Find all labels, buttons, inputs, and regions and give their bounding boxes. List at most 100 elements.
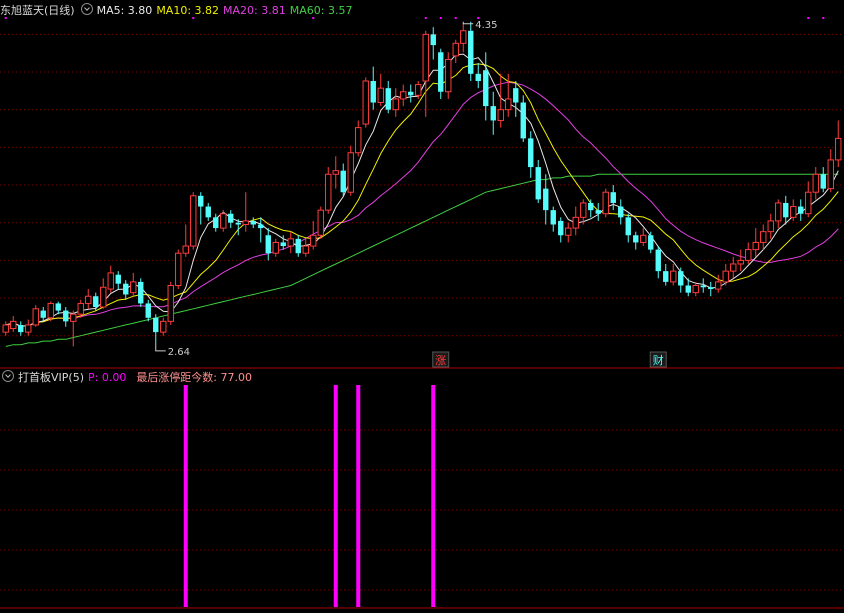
candle xyxy=(452,39,459,64)
candle xyxy=(670,263,677,286)
candle xyxy=(258,217,264,243)
candle xyxy=(730,256,737,279)
candle-body xyxy=(468,30,474,74)
candle xyxy=(798,199,804,221)
candle-body xyxy=(452,42,459,57)
candle-body xyxy=(63,310,69,322)
candle xyxy=(107,265,114,293)
candle-body xyxy=(812,173,819,193)
candle-body xyxy=(483,70,489,107)
candle-body xyxy=(145,303,151,318)
candle-body xyxy=(430,34,436,46)
indicator-header: 打首板VIP(5) P: 0.00 最后涨停距今数: 77.00 xyxy=(0,369,256,385)
candle-body xyxy=(205,206,211,218)
candle xyxy=(377,73,384,107)
candle xyxy=(737,249,744,272)
candle-body xyxy=(558,220,564,236)
candle-body xyxy=(400,91,407,100)
candle xyxy=(595,202,601,221)
candle-body xyxy=(175,252,182,286)
candle xyxy=(558,217,564,243)
candle xyxy=(775,199,782,229)
candle-body xyxy=(190,195,197,247)
candle-body xyxy=(18,324,24,333)
candle xyxy=(678,267,684,293)
candle-body xyxy=(588,202,594,211)
candle xyxy=(408,84,414,103)
candle xyxy=(543,174,549,225)
candle xyxy=(520,95,526,142)
candle-body xyxy=(258,224,264,229)
candle-body xyxy=(722,270,729,283)
chart-canvas[interactable]: 4.35 2.64 涨 财 xyxy=(0,0,844,613)
candle-body xyxy=(602,191,609,215)
candle-body xyxy=(408,91,414,96)
indicator-panel xyxy=(183,385,436,607)
candle xyxy=(827,149,834,193)
candle xyxy=(242,192,249,232)
candle xyxy=(160,317,167,336)
top-signal-dot xyxy=(454,17,457,19)
candle xyxy=(445,52,452,99)
indicator-dropdown-circle-icon[interactable] xyxy=(2,370,14,382)
candle xyxy=(100,278,107,309)
candle xyxy=(115,271,121,290)
candle xyxy=(295,235,301,257)
candle xyxy=(468,21,474,81)
candle-body xyxy=(520,102,526,139)
candle-body xyxy=(737,259,744,265)
candle-body xyxy=(55,303,61,311)
candle xyxy=(250,217,256,229)
candle-body xyxy=(385,88,391,110)
dropdown-circle-icon[interactable] xyxy=(80,3,93,15)
candle xyxy=(700,278,706,293)
candle-body xyxy=(115,274,121,284)
indicator-name[interactable]: 打首板VIP(5) xyxy=(18,370,84,386)
top-signal-dot xyxy=(477,17,480,19)
candle xyxy=(153,314,159,343)
candle-body xyxy=(198,195,204,207)
candle-body xyxy=(85,295,92,304)
candle-body xyxy=(745,249,752,261)
stock-title[interactable]: 东旭蓝天(日线) xyxy=(0,3,75,19)
candle xyxy=(760,224,767,250)
candle-body xyxy=(213,217,219,229)
candle-body xyxy=(32,308,39,326)
candle xyxy=(40,307,46,322)
candle xyxy=(138,278,144,308)
main-chart-header: 东旭蓝天(日线) MA5: 3.80 MA10: 3.82 MA20: 3.81 MA6… xyxy=(0,2,356,18)
candle-body xyxy=(10,320,17,330)
candle-body xyxy=(490,106,496,121)
candle xyxy=(130,272,137,297)
candle xyxy=(25,319,32,336)
candle xyxy=(182,224,189,257)
candle-body xyxy=(438,52,444,92)
candle xyxy=(213,213,219,232)
candle xyxy=(820,167,826,193)
candle xyxy=(385,80,391,114)
candle xyxy=(310,220,317,250)
candle-body xyxy=(805,191,812,215)
candle xyxy=(325,167,332,214)
ma10-label: MA10: 3.82 xyxy=(156,4,220,17)
candle xyxy=(618,199,624,225)
event-label: 财 xyxy=(653,353,664,367)
ma60-label: MA60: 3.57 xyxy=(289,4,353,17)
candle xyxy=(663,263,669,286)
price-mark-label: 2.64 xyxy=(168,347,190,358)
candle-body xyxy=(392,98,399,111)
candle-body xyxy=(415,84,422,96)
price-mark-label: 4.35 xyxy=(475,20,497,31)
candle-body xyxy=(340,170,346,193)
candle xyxy=(32,305,39,327)
ma20-label: MA20: 3.81 xyxy=(223,4,286,17)
candle-body xyxy=(362,80,369,125)
candle xyxy=(370,66,376,110)
candle xyxy=(655,246,661,279)
candle xyxy=(602,188,609,218)
candle-body xyxy=(783,202,789,218)
candle-body xyxy=(648,235,654,250)
candle-body xyxy=(827,159,834,190)
candle-body xyxy=(692,284,699,294)
candle xyxy=(55,301,61,315)
